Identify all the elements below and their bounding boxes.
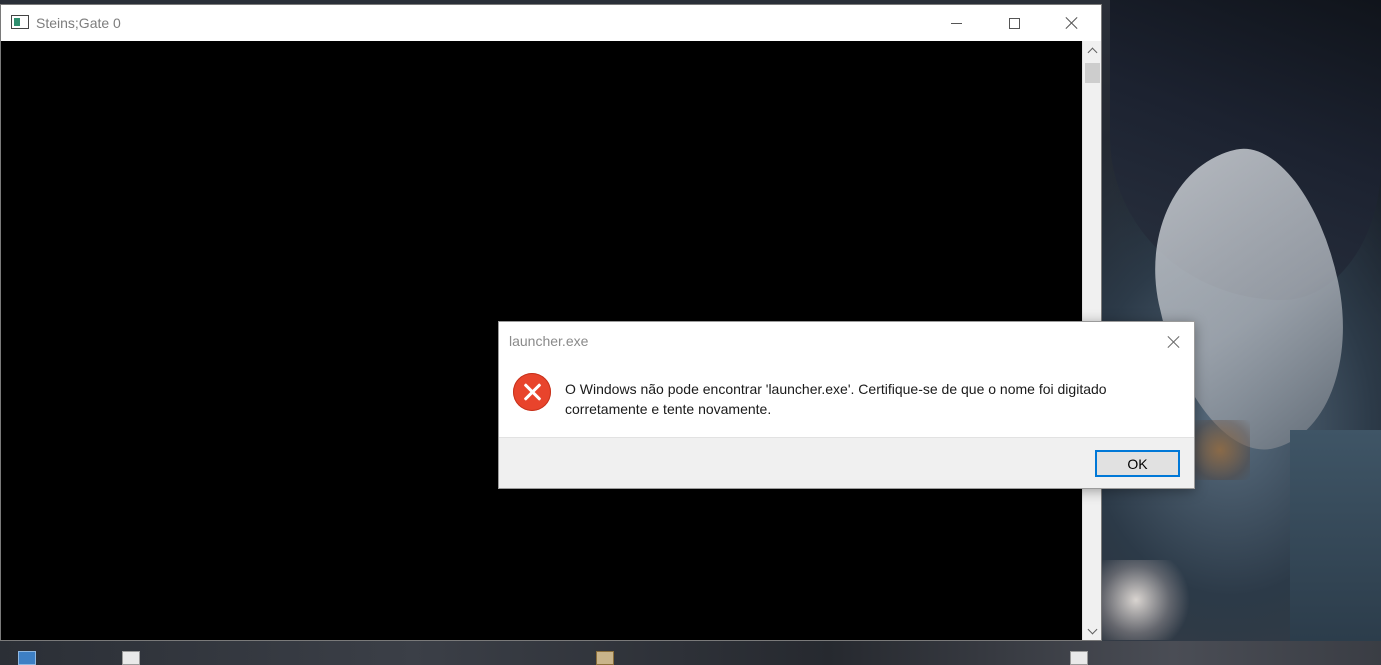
wallpaper-art-hand (1190, 420, 1250, 480)
wallpaper-art-glow (1100, 560, 1190, 640)
wallpaper-art-collar (1290, 430, 1381, 665)
dialog-title: launcher.exe (509, 333, 589, 349)
desktop-document-icon[interactable] (1070, 651, 1088, 665)
desktop-document-icon[interactable] (122, 651, 140, 665)
error-dialog: launcher.exe O Windows não pode encontra… (498, 321, 1195, 489)
desktop-shortcut-icon[interactable] (18, 651, 36, 665)
scroll-down-button[interactable] (1083, 622, 1102, 640)
close-button[interactable] (1043, 5, 1101, 41)
maximize-button[interactable] (985, 5, 1043, 41)
dialog-close-button[interactable] (1159, 328, 1189, 356)
scroll-thumb[interactable] (1085, 63, 1100, 83)
minimize-button[interactable] (927, 5, 985, 41)
minimize-icon (950, 22, 962, 24)
app-window-title: Steins;Gate 0 (36, 15, 121, 31)
ok-button[interactable]: OK (1095, 450, 1180, 477)
dialog-footer: OK (499, 437, 1194, 488)
chevron-up-icon (1087, 47, 1098, 57)
scroll-up-button[interactable] (1083, 41, 1102, 59)
desktop-icon-row (0, 641, 1381, 665)
app-window-icon[interactable] (11, 15, 29, 29)
close-icon (1167, 335, 1181, 349)
error-icon (513, 373, 551, 411)
maximize-icon (1008, 17, 1020, 29)
close-icon (1065, 16, 1079, 30)
chevron-down-icon (1087, 624, 1098, 634)
app-titlebar[interactable]: Steins;Gate 0 (1, 5, 1101, 41)
error-message: O Windows não pode encontrar 'launcher.e… (565, 381, 1107, 417)
desktop-pdf-icon[interactable] (596, 651, 614, 665)
